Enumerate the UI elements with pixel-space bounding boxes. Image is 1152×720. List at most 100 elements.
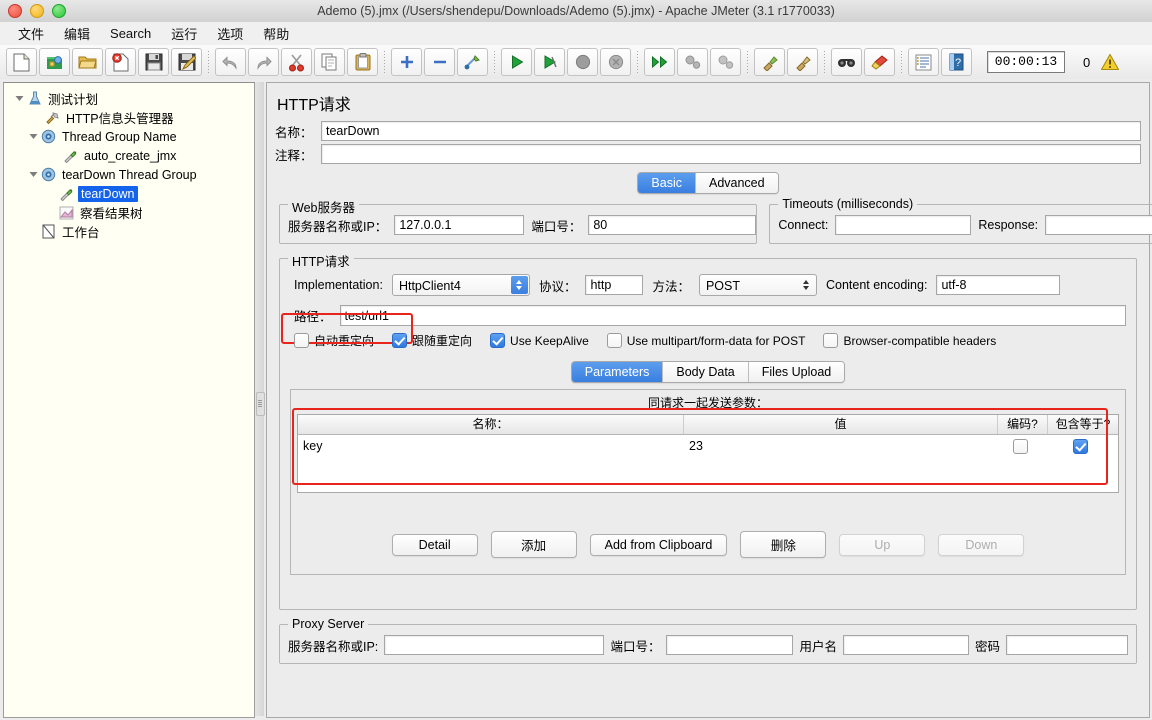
start-remote-icon[interactable]	[644, 48, 675, 76]
tree-node-teardown-thread-group[interactable]: tearDown Thread Group	[4, 165, 254, 184]
use-multipart-checkbox[interactable]: Use multipart/form-data for POST	[606, 333, 805, 348]
tab-parameters[interactable]: Parameters	[571, 362, 664, 382]
menu-run[interactable]: 运行	[161, 22, 207, 45]
jmeter-window: Ademo (5).jmx (/Users/shendepu/Downloads…	[0, 0, 1152, 720]
tab-advanced[interactable]: Advanced	[695, 173, 778, 193]
menu-edit[interactable]: 编辑	[54, 22, 100, 45]
tree-node-workbench[interactable]: 工作台	[4, 222, 254, 241]
add-from-clipboard-button[interactable]: Add from Clipboard	[589, 533, 728, 556]
toggle-icon[interactable]	[457, 48, 488, 76]
menu-search[interactable]: Search	[100, 24, 161, 43]
proxy-port-input[interactable]	[666, 635, 794, 655]
response-timeout-input[interactable]	[1045, 215, 1152, 235]
tab-basic[interactable]: Basic	[638, 173, 696, 193]
tree-node-http-header-manager[interactable]: HTTP信息头管理器	[4, 108, 254, 127]
toolbar-separator	[494, 51, 495, 73]
toolbar-separator	[824, 51, 825, 73]
port-input[interactable]	[588, 215, 757, 235]
port-label: 端口号：	[531, 219, 582, 234]
checkbox-box[interactable]	[1073, 438, 1088, 454]
chevron-down-icon[interactable]	[12, 92, 26, 106]
chevron-updown-icon[interactable]	[510, 276, 528, 294]
follow-redirects-checkbox[interactable]: 跟随重定向	[392, 332, 472, 349]
thread-group-icon	[40, 129, 57, 145]
split-pane-divider[interactable]	[255, 82, 265, 716]
expand-icon[interactable]	[391, 48, 422, 76]
browser-compatible-headers-checkbox[interactable]: Browser-compatible headers	[823, 333, 996, 348]
tree-node-label: 工作台	[62, 226, 100, 240]
thread-group-icon	[40, 167, 57, 183]
tab-files-upload[interactable]: Files Upload	[748, 362, 845, 382]
tree-node-test-plan[interactable]: 测试计划	[4, 89, 254, 108]
add-button[interactable]: 添加	[490, 531, 577, 558]
implementation-select[interactable]: HttpClient4	[391, 274, 530, 296]
use-keepalive-checkbox[interactable]: Use KeepAlive	[490, 333, 589, 348]
save-as-icon[interactable]	[171, 48, 202, 76]
warning-icon[interactable]	[1100, 53, 1120, 71]
chevron-down-icon[interactable]	[26, 130, 40, 144]
open-icon[interactable]	[72, 48, 103, 76]
tree-node-teardown[interactable]: tearDown	[4, 184, 254, 203]
toolbar-group-tree	[390, 48, 489, 76]
reset-search-icon[interactable]	[864, 48, 895, 76]
shutdown-remote-icon[interactable]	[710, 48, 741, 76]
menu-options[interactable]: 选项	[207, 22, 253, 45]
cell-param-value[interactable]: 23	[684, 435, 998, 457]
name-input[interactable]	[321, 121, 1141, 141]
shutdown-icon[interactable]	[600, 48, 631, 76]
toolbar-separator	[747, 51, 748, 73]
copy-icon[interactable]	[314, 48, 345, 76]
checkbox-box[interactable]	[392, 333, 408, 348]
method-select[interactable]: POST	[698, 274, 817, 296]
clear-icon[interactable]	[754, 48, 785, 76]
function-helper-icon[interactable]	[908, 48, 939, 76]
checkbox-box[interactable]	[294, 333, 309, 348]
close-icon[interactable]	[105, 48, 136, 76]
start-icon[interactable]	[501, 48, 532, 76]
auto-redirect-checkbox[interactable]: 自动重定向	[294, 332, 374, 349]
save-icon[interactable]	[138, 48, 169, 76]
protocol-input[interactable]	[585, 275, 644, 295]
divider-grip[interactable]	[256, 392, 265, 416]
tab-body-data[interactable]: Body Data	[663, 362, 749, 382]
clear-all-icon[interactable]	[787, 48, 818, 76]
method-value: POST	[705, 279, 741, 293]
stop-icon[interactable]	[567, 48, 598, 76]
path-input[interactable]	[339, 305, 1126, 326]
tree-node-view-results-tree[interactable]: 察看结果树	[4, 203, 254, 222]
help-icon[interactable]: ?	[941, 48, 972, 76]
cut-icon[interactable]	[281, 48, 312, 76]
menu-help[interactable]: 帮助	[253, 22, 299, 45]
proxy-password-input[interactable]	[1006, 635, 1128, 655]
paste-icon[interactable]	[347, 48, 378, 76]
undo-icon[interactable]	[215, 48, 246, 76]
cell-encode-checkbox[interactable]	[998, 435, 1048, 457]
checkbox-box[interactable]	[823, 333, 839, 348]
stop-remote-icon[interactable]	[677, 48, 708, 76]
cell-include-equals-checkbox[interactable]	[1048, 435, 1118, 457]
connect-timeout-input[interactable]	[835, 215, 972, 235]
proxy-server-name-input[interactable]	[384, 635, 605, 655]
proxy-username-input[interactable]	[842, 635, 969, 655]
chevron-down-icon[interactable]	[26, 168, 40, 182]
server-name-input[interactable]	[394, 215, 525, 235]
redo-icon[interactable]	[248, 48, 279, 76]
chevron-updown-icon[interactable]	[798, 276, 815, 294]
new-icon[interactable]	[6, 48, 37, 76]
templates-icon[interactable]	[39, 48, 70, 76]
checkbox-box[interactable]	[1013, 438, 1028, 454]
search-icon[interactable]	[831, 48, 862, 76]
comment-input[interactable]	[321, 144, 1141, 164]
detail-button[interactable]: Detail	[391, 533, 478, 556]
content-encoding-input[interactable]	[936, 275, 1061, 295]
menu-file[interactable]: 文件	[8, 22, 54, 45]
tree-node-thread-group-name[interactable]: Thread Group Name	[4, 127, 254, 146]
delete-button[interactable]: 删除	[740, 531, 827, 558]
table-row[interactable]: key 23	[298, 435, 1118, 457]
checkbox-box[interactable]	[606, 333, 622, 348]
cell-param-name[interactable]: key	[298, 435, 684, 457]
checkbox-box[interactable]	[490, 333, 506, 348]
tree-node-auto-create-jmx[interactable]: auto_create_jmx	[4, 146, 254, 165]
start-no-timers-icon[interactable]	[534, 48, 565, 76]
collapse-icon[interactable]	[424, 48, 455, 76]
